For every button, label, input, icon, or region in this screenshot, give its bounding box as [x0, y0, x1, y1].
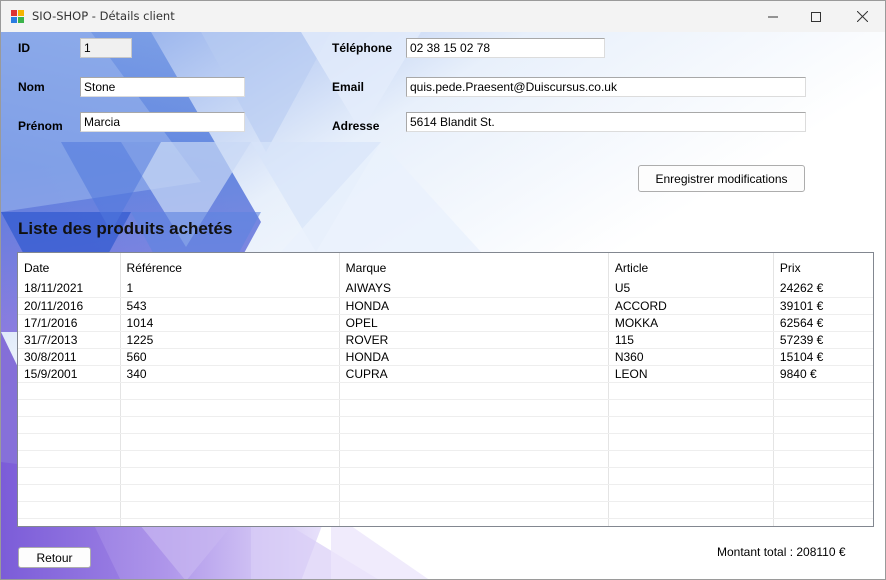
column-header-date[interactable]: Date: [18, 253, 121, 280]
cell-article[interactable]: LEON: [608, 365, 774, 383]
cell-marque[interactable]: OPEL: [339, 314, 609, 332]
empty-rows: [18, 382, 873, 526]
minimize-button[interactable]: [750, 1, 796, 32]
cell-prix[interactable]: 24262 €: [773, 280, 873, 298]
prenom-field[interactable]: Marcia: [80, 112, 245, 132]
email-label: Email: [332, 80, 365, 94]
column-header-marque[interactable]: Marque: [339, 253, 609, 280]
cell-marque[interactable]: HONDA: [339, 297, 609, 315]
prenom-label: Prénom: [18, 119, 63, 133]
close-icon: [856, 11, 868, 22]
table-row[interactable]: 30/8/2011 560 HONDA N360 15104 €: [18, 348, 873, 366]
cell-article[interactable]: N360: [608, 348, 774, 366]
maximize-icon: [811, 11, 821, 22]
cell-article[interactable]: U5: [608, 280, 774, 298]
empty-row: [18, 484, 873, 502]
title-bar[interactable]: SIO-SHOP - Détails client: [1, 1, 885, 32]
cell-date[interactable]: 30/8/2011: [18, 348, 121, 366]
cell-marque[interactable]: AIWAYS: [339, 280, 609, 298]
empty-row: [18, 501, 873, 519]
cell-prix[interactable]: 62564 €: [773, 314, 873, 332]
column-header-prix[interactable]: Prix: [773, 253, 873, 280]
table-row[interactable]: 17/1/2016 1014 OPEL MOKKA 62564 €: [18, 314, 873, 332]
cell-prix[interactable]: 57239 €: [773, 331, 873, 349]
cell-reference[interactable]: 543: [120, 297, 340, 315]
table-row[interactable]: 18/11/2021 1 AIWAYS U5 24262 €: [18, 280, 873, 298]
id-field[interactable]: 1: [80, 38, 132, 58]
cell-date[interactable]: 31/7/2013: [18, 331, 121, 349]
telephone-field[interactable]: 02 38 15 02 78: [406, 38, 605, 58]
empty-row: [18, 518, 873, 526]
products-table: Date Référence Marque Article Prix 18/11…: [18, 253, 873, 526]
cell-article[interactable]: MOKKA: [608, 314, 774, 332]
cell-marque[interactable]: CUPRA: [339, 365, 609, 383]
adresse-field[interactable]: 5614 Blandit St.: [406, 112, 806, 132]
app-icon: [11, 10, 24, 23]
cell-marque[interactable]: ROVER: [339, 331, 609, 349]
empty-row: [18, 450, 873, 468]
window-title: SIO-SHOP - Détails client: [32, 9, 175, 23]
empty-row: [18, 382, 873, 400]
empty-row: [18, 433, 873, 451]
column-header-article[interactable]: Article: [608, 253, 774, 280]
form-content: ID 1 Nom Stone Prénom Marcia Téléphone 0…: [1, 32, 885, 579]
table-row[interactable]: 20/11/2016 543 HONDA ACCORD 39101 €: [18, 297, 873, 315]
maximize-button[interactable]: [793, 1, 839, 32]
cell-reference[interactable]: 1014: [120, 314, 340, 332]
close-button[interactable]: [839, 1, 885, 32]
cell-date[interactable]: 20/11/2016: [18, 297, 121, 315]
main-window: SIO-SHOP - Détails client ID 1 Nom Stone…: [0, 0, 886, 580]
cell-reference[interactable]: 1225: [120, 331, 340, 349]
cell-article[interactable]: 115: [608, 331, 774, 349]
adresse-label: Adresse: [332, 119, 380, 133]
cell-date[interactable]: 18/11/2021: [18, 280, 121, 298]
cell-prix[interactable]: 15104 €: [773, 348, 873, 366]
cell-reference[interactable]: 560: [120, 348, 340, 366]
cell-marque[interactable]: HONDA: [339, 348, 609, 366]
products-grid[interactable]: Date Référence Marque Article Prix 18/11…: [17, 252, 874, 527]
telephone-label: Téléphone: [332, 41, 393, 55]
cell-prix[interactable]: 39101 €: [773, 297, 873, 315]
empty-row: [18, 399, 873, 417]
column-header-reference[interactable]: Référence: [120, 253, 340, 280]
cell-article[interactable]: ACCORD: [608, 297, 774, 315]
cell-date[interactable]: 15/9/2001: [18, 365, 121, 383]
minimize-icon: [768, 16, 778, 17]
email-field[interactable]: quis.pede.Praesent@Duiscursus.co.uk: [406, 77, 806, 97]
back-button[interactable]: Retour: [18, 547, 91, 568]
table-row[interactable]: 15/9/2001 340 CUPRA LEON 9840 €: [18, 365, 873, 383]
nom-field[interactable]: Stone: [80, 77, 245, 97]
id-label: ID: [18, 41, 30, 55]
save-button[interactable]: Enregistrer modifications: [638, 165, 805, 192]
table-row[interactable]: 31/7/2013 1225 ROVER 115 57239 €: [18, 331, 873, 349]
cell-prix[interactable]: 9840 €: [773, 365, 873, 383]
empty-row: [18, 467, 873, 485]
cell-reference[interactable]: 340: [120, 365, 340, 383]
cell-reference[interactable]: 1: [120, 280, 340, 298]
nom-label: Nom: [18, 80, 45, 94]
empty-row: [18, 416, 873, 434]
table-header-row: Date Référence Marque Article Prix: [18, 253, 873, 280]
cell-date[interactable]: 17/1/2016: [18, 314, 121, 332]
total-amount: Montant total : 208110 €: [717, 545, 846, 559]
products-title: Liste des produits achetés: [18, 219, 233, 238]
